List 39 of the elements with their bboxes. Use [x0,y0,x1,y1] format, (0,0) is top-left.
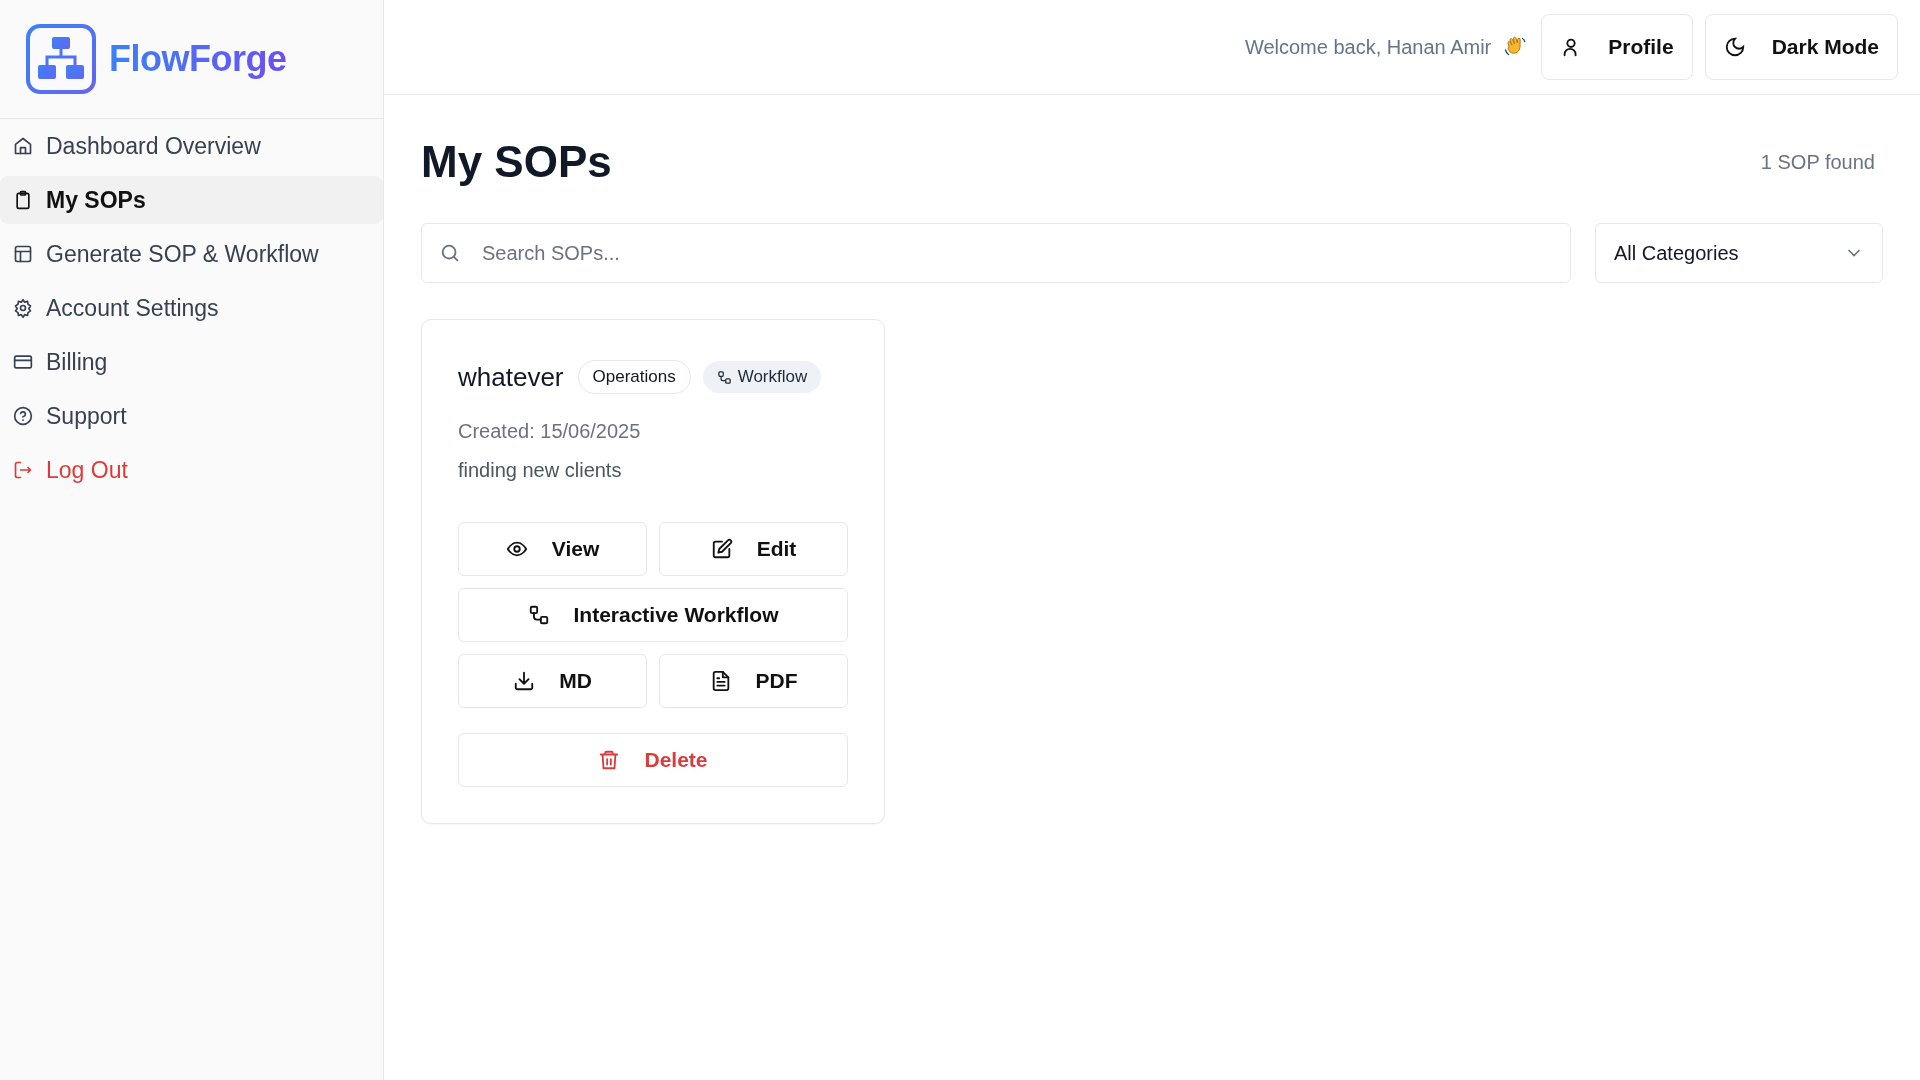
sidebar-item[interactable]: Billing [0,338,383,386]
delete-button[interactable]: Delete [458,733,848,787]
trash-icon [598,749,621,771]
credit-card-icon [13,352,33,372]
search-icon [439,242,461,264]
action-button[interactable]: PDF [659,654,848,708]
action-button[interactable]: MD [458,654,647,708]
layout-icon [13,244,33,264]
type-tag: Workflow [702,361,822,393]
action-button[interactable]: Edit [659,522,848,576]
moon-icon [1723,36,1746,58]
created-date: Created: 15/06/2025 [458,420,642,443]
workflow-icon [716,369,732,385]
sidebar-item[interactable]: Log Out [0,446,383,494]
flowchart-logo-icon [25,23,97,95]
welcome-message: Welcome back, Hanan Amir [1244,35,1492,59]
category-dropdown[interactable]: All Categories [1595,223,1883,283]
sop-description: finding new clients [458,459,623,482]
sop-title: whatever [458,361,564,393]
action-button[interactable]: Interactive Workflow [458,588,848,642]
download-icon [513,670,536,692]
sidebar-item[interactable]: Support [0,392,383,440]
result-count: 1 SOP found [1760,150,1876,174]
help-icon [13,406,33,426]
sidebar-item[interactable]: Dashboard Overview [0,122,383,170]
profile-button[interactable]: Profile [1541,14,1693,80]
edit-icon [710,538,733,560]
home-icon [13,136,33,156]
action-button[interactable]: View [458,522,647,576]
sidebar-item[interactable]: Account Settings [0,284,383,332]
sidebar-item[interactable]: Generate SOP & Workflow [0,230,383,278]
dark-mode-button[interactable]: Dark Mode [1704,14,1898,80]
gear-icon [13,298,33,318]
page-title: My SOPs [421,137,612,187]
sidebar-item[interactable]: My SOPs [0,176,383,224]
logout-icon [13,460,33,480]
search-field[interactable]: Search SOPs... [421,223,1571,283]
workflow-icon [527,604,550,626]
clipboard-icon [13,190,33,210]
